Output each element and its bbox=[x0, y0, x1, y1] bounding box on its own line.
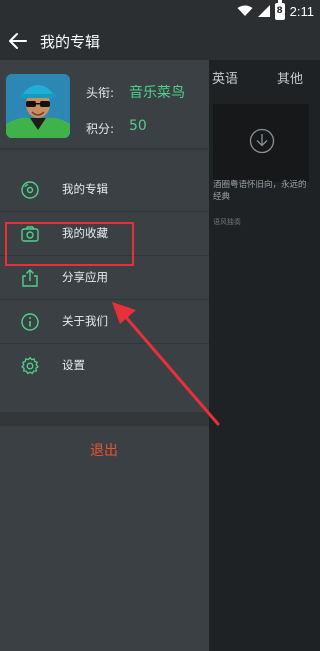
menu-item-my-albums[interactable]: 我的专辑 bbox=[0, 168, 209, 212]
avatar[interactable] bbox=[6, 74, 70, 138]
album-title[interactable]: 酒圈粤语怀旧向，永远的经典 bbox=[213, 179, 313, 203]
menu-item-label: 设置 bbox=[62, 358, 85, 372]
album-cover[interactable] bbox=[213, 104, 309, 182]
title-value: 音乐菜鸟 bbox=[129, 85, 185, 101]
download-icon[interactable] bbox=[249, 128, 275, 154]
logout-button[interactable]: 退出 bbox=[0, 426, 209, 476]
points-label: 积分: bbox=[86, 122, 115, 136]
menu-item-label: 分享应用 bbox=[62, 270, 108, 284]
tab-other[interactable]: 其他 bbox=[277, 68, 303, 87]
info-icon bbox=[21, 313, 39, 331]
annotation-arrow-icon bbox=[112, 302, 220, 426]
divider bbox=[0, 148, 209, 150]
back-arrow-icon[interactable] bbox=[8, 31, 28, 51]
album-subtitle: 语风独奏 bbox=[213, 218, 241, 226]
highlight-box bbox=[5, 222, 134, 266]
disc-icon bbox=[21, 181, 39, 199]
page-title: 我的专辑 bbox=[40, 33, 101, 51]
gear-icon bbox=[21, 356, 39, 375]
menu-item-label: 我的专辑 bbox=[62, 182, 108, 196]
menu-item-label: 关于我们 bbox=[62, 314, 108, 328]
battery-icon: 8 bbox=[274, 0, 285, 20]
logout-label: 退出 bbox=[90, 443, 118, 459]
status-time: 2:11 bbox=[289, 3, 314, 19]
status-bar: 8 2:11 bbox=[0, 0, 320, 22]
signal-icon bbox=[257, 5, 270, 17]
title-label: 头衔: bbox=[86, 86, 115, 100]
tab-english[interactable]: 英语 bbox=[212, 68, 238, 87]
toolbar: 我的专辑 bbox=[0, 22, 320, 60]
wifi-icon bbox=[237, 5, 253, 16]
share-icon bbox=[22, 269, 38, 287]
profile-header: 头衔: 音乐菜鸟 积分: 50 bbox=[0, 60, 209, 148]
points-value: 50 bbox=[129, 118, 147, 134]
